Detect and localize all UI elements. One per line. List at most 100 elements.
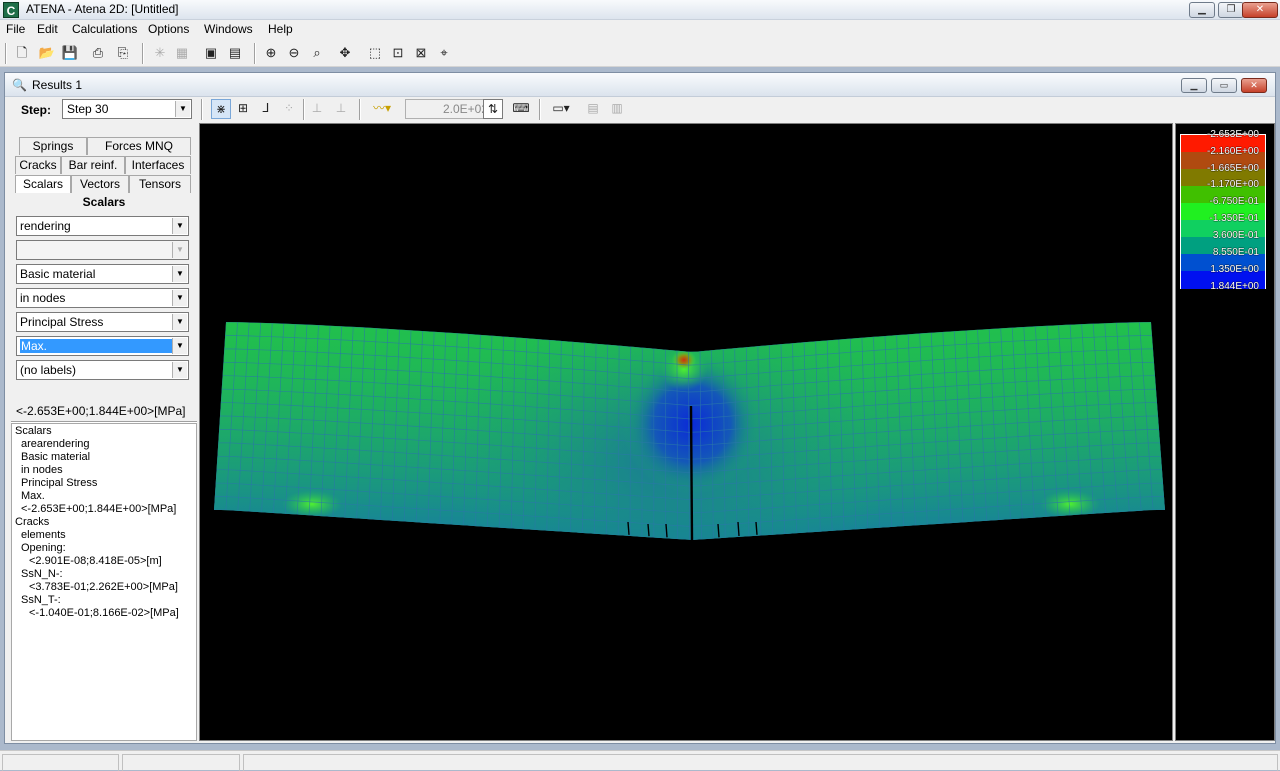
menu-edit[interactable]: Edit <box>37 22 58 36</box>
app-minimize-button[interactable]: ▁ <box>1189 2 1215 18</box>
results-close-button[interactable]: ✕ <box>1241 78 1267 93</box>
zoom-previous-icon[interactable]: ⌖ <box>434 43 454 63</box>
legend-label: 1.844E+00 <box>1210 281 1259 292</box>
menu-help[interactable]: Help <box>268 22 293 36</box>
scale-spin-icon[interactable]: ⇅ <box>483 99 503 119</box>
app-restore-button[interactable]: ❐ <box>1218 2 1244 18</box>
quantity-value: Principal Stress <box>20 315 103 329</box>
info-line: Opening: <box>15 542 193 555</box>
legend-label: 8.550E-01 <box>1213 247 1259 258</box>
crack-line <box>628 522 629 535</box>
chevron-down-icon[interactable]: ▼ <box>175 101 190 117</box>
stress-contour-plot <box>200 124 1172 740</box>
info-line: <2.901E-08;8.418E-05>[m] <box>15 555 193 568</box>
chevron-down-icon[interactable]: ▼ <box>172 338 187 354</box>
tab-springs[interactable]: Springs <box>19 137 87 155</box>
results-window-title: Results 1 <box>32 78 82 92</box>
labels-select[interactable]: (no labels) ▼ <box>16 360 189 380</box>
chevron-down-icon[interactable]: ▼ <box>172 362 187 378</box>
main-toolbar: 🗋 📂 💾 ⎙ ⎘ ✳ ▦ ▣ ▤ ⊕ ⊖ ⌕ ✥ ⬚ ⊡ ⊠ ⌖ <box>0 39 1280 67</box>
supports-icon[interactable]: ⊥ <box>307 99 327 119</box>
zoom-fit-icon[interactable]: ⊠ <box>411 43 431 63</box>
zoom-in-icon[interactable]: ⊕ <box>261 43 281 63</box>
material-select[interactable]: Basic material ▼ <box>16 264 189 284</box>
axes-icon[interactable]: ⅃ <box>256 99 276 119</box>
chevron-down-icon[interactable]: ▼ <box>172 314 187 330</box>
results-window: 🔍 Results 1 ▁ ▭ ✕ Step: Step 30 ▼ ⋇ ⊞ ⅃ … <box>4 72 1276 744</box>
deformed-shape-icon[interactable]: 〰▾ <box>367 99 397 119</box>
tab-bar-reinf[interactable]: Bar reinf. <box>61 156 125 174</box>
location-select[interactable]: in nodes ▼ <box>16 288 189 308</box>
mesh-icon[interactable]: ✳ <box>150 43 170 63</box>
mesh-view-icon[interactable]: ⋇ <box>211 99 231 119</box>
tab-tensors[interactable]: Tensors <box>129 175 191 193</box>
component-select[interactable]: Max. ▼ <box>16 336 189 356</box>
window-tile-icon[interactable]: ▥ <box>607 99 627 119</box>
load-values-icon[interactable]: ⊥ <box>331 99 351 119</box>
pan-icon[interactable]: ✥ <box>335 43 355 63</box>
menu-bar: File Edit Calculations Options Windows H… <box>0 20 1280 39</box>
keyboard-icon[interactable]: ⌨ <box>511 99 531 119</box>
zoom-window-icon[interactable]: ⌕ <box>307 43 327 63</box>
crack-line <box>718 524 719 537</box>
select-icon[interactable]: ⬚ <box>365 43 385 63</box>
open-folder-icon[interactable]: 📂 <box>37 43 57 63</box>
crack-line <box>691 406 692 540</box>
chevron-down-icon[interactable]: ▼ <box>172 218 187 234</box>
info-line: elements <box>15 529 193 542</box>
menu-file[interactable]: File <box>6 22 25 36</box>
legend-label: -2.160E+00 <box>1207 146 1259 157</box>
chevron-down-icon[interactable]: ▼ <box>172 266 187 282</box>
quantity-select[interactable]: Principal Stress ▼ <box>16 312 189 332</box>
results-minimize-button[interactable]: ▁ <box>1181 78 1207 93</box>
print-icon[interactable]: ⎙ <box>88 43 108 63</box>
new-file-icon[interactable]: 🗋 <box>12 43 32 63</box>
component-value: Max. <box>20 339 173 353</box>
legend-label: -6.750E-01 <box>1210 196 1259 207</box>
print-preview-icon[interactable]: ⎘ <box>113 43 133 63</box>
step-select-value: Step 30 <box>67 102 108 116</box>
toolbar-separator <box>359 99 361 120</box>
tab-forces-mnq[interactable]: Forces MNQ <box>87 137 191 155</box>
toolbar-separator <box>142 43 144 64</box>
menu-calculations[interactable]: Calculations <box>72 22 137 36</box>
menu-options[interactable]: Options <box>148 22 189 36</box>
dots-grid-icon[interactable]: ⁘ <box>279 99 299 119</box>
atena-app-icon[interactable]: C <box>3 2 19 18</box>
info-line: Max. <box>15 490 193 503</box>
model-viewport[interactable] <box>199 123 1173 741</box>
info-line: <3.783E-01;2.262E+00>[MPa] <box>15 581 193 594</box>
render-mode-select[interactable]: rendering ▼ <box>16 216 189 236</box>
element-grid-icon[interactable]: ⊞ <box>233 99 253 119</box>
tab-interfaces[interactable]: Interfaces <box>125 156 191 174</box>
tab-cracks[interactable]: Cracks <box>15 156 61 174</box>
result-info-list[interactable]: ScalarsarearenderingBasic materialin nod… <box>11 423 197 741</box>
info-line: Scalars <box>15 425 193 438</box>
window-layout-icon[interactable]: ▤ <box>583 99 603 119</box>
zoom-out-icon[interactable]: ⊖ <box>284 43 304 63</box>
tab-scalars[interactable]: Scalars <box>15 175 71 193</box>
color-palette-icon[interactable]: ▭▾ <box>547 99 575 119</box>
chevron-down-icon[interactable]: ▼ <box>172 290 187 306</box>
deformation-scale-input[interactable]: 2.0E+02 <box>405 99 493 119</box>
select-window-icon[interactable]: ⊡ <box>388 43 408 63</box>
export-icon[interactable]: ▤ <box>225 43 245 63</box>
peak-compression-zone <box>672 350 696 370</box>
info-line: Basic material <box>15 451 193 464</box>
monitor-icon[interactable]: ▣ <box>201 43 221 63</box>
grid-icon[interactable]: ▦ <box>172 43 192 63</box>
app-close-button[interactable]: ✕ <box>1242 2 1278 18</box>
menu-windows[interactable]: Windows <box>204 22 253 36</box>
step-select[interactable]: Step 30 ▼ <box>62 99 192 119</box>
toolbar-separator <box>201 99 203 120</box>
tab-vectors[interactable]: Vectors <box>71 175 129 193</box>
legend-label: -2.653E+00 <box>1207 129 1259 140</box>
info-line: <-1.040E-01;8.166E-02>[MPa] <box>15 607 193 620</box>
scalar-range-text: <-2.653E+00;1.844E+00>[MPa] <box>16 404 196 418</box>
crack-line <box>648 524 649 536</box>
results-restore-button[interactable]: ▭ <box>1211 78 1237 93</box>
info-line: arearendering <box>15 438 193 451</box>
toolbar-grip <box>5 43 7 64</box>
stress-contours <box>210 304 1170 604</box>
save-icon[interactable]: 💾 <box>60 43 80 63</box>
